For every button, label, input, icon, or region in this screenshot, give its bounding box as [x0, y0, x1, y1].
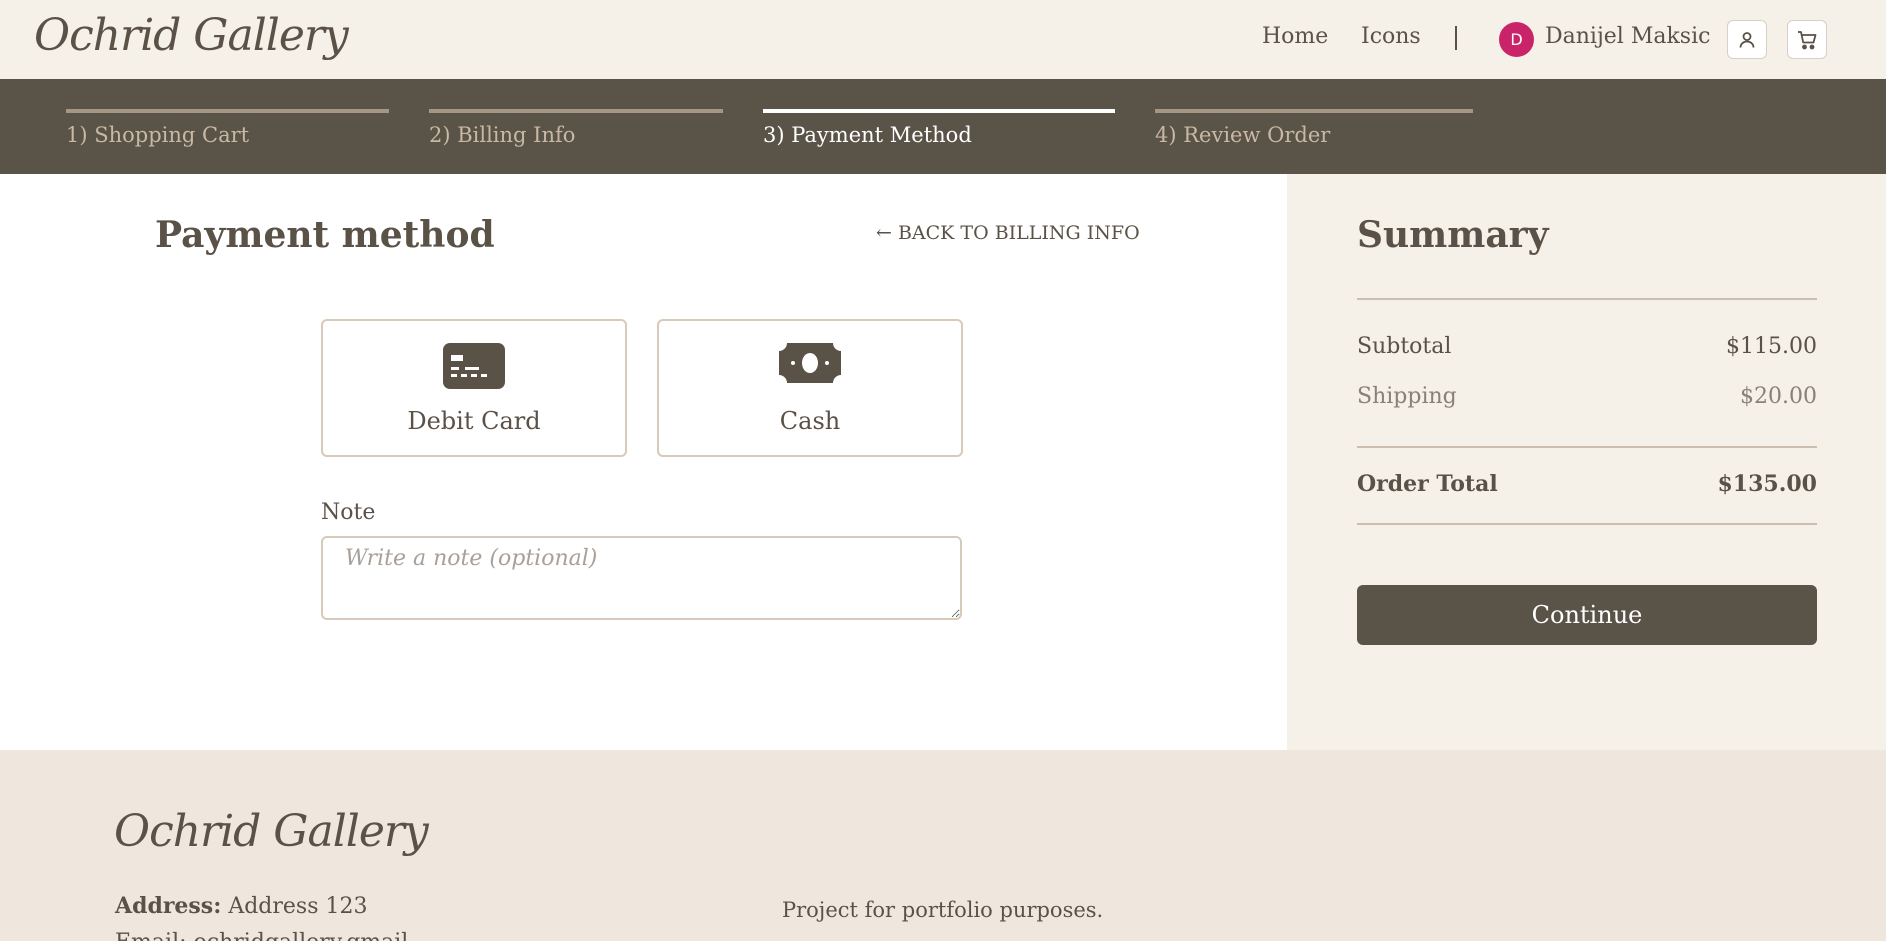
- user-avatar[interactable]: D: [1499, 22, 1534, 57]
- subtotal-row: Subtotal $115.00: [1357, 334, 1817, 359]
- payment-main: Payment method ← BACK TO BILLING INFO De…: [0, 174, 1287, 750]
- footer-email: Email: ochridgallery.gmail: [115, 930, 408, 941]
- site-logo[interactable]: Ochrid Gallery: [34, 10, 349, 61]
- cash-label: Cash: [779, 407, 841, 435]
- shipping-row: Shipping $20.00: [1357, 384, 1817, 409]
- nav-home-link[interactable]: Home: [1262, 24, 1328, 49]
- address-value: Address 123: [228, 894, 368, 919]
- note-field[interactable]: [321, 536, 962, 620]
- cart-button[interactable]: [1787, 20, 1827, 59]
- step-progress-bar: [429, 109, 723, 113]
- back-to-billing-link[interactable]: ← BACK TO BILLING INFO: [876, 222, 1140, 244]
- nav-icons-link[interactable]: Icons: [1361, 24, 1421, 49]
- user-icon: [1739, 31, 1755, 48]
- step-review-order[interactable]: 4) Review Order: [1155, 109, 1473, 159]
- step-shopping-cart[interactable]: 1) Shopping Cart: [66, 109, 389, 159]
- subtotal-label: Subtotal: [1357, 334, 1452, 359]
- summary-title: Summary: [1357, 214, 1549, 256]
- subtotal-value: $115.00: [1726, 334, 1817, 359]
- user-name[interactable]: Danijel Maksic: [1545, 24, 1710, 49]
- top-header: Ochrid Gallery Home Icons D Danijel Maks…: [0, 0, 1886, 79]
- order-summary: Summary Subtotal $115.00 Shipping $20.00…: [1287, 174, 1886, 750]
- step-progress-bar: [1155, 109, 1473, 113]
- cash-option[interactable]: Cash: [657, 319, 963, 457]
- debit-card-option[interactable]: Debit Card: [321, 319, 627, 457]
- summary-divider: [1357, 446, 1817, 448]
- order-total-value: $135.00: [1717, 471, 1817, 497]
- debit-card-label: Debit Card: [407, 407, 541, 435]
- step-progress-bar: [66, 109, 389, 113]
- site-footer: Ochrid Gallery Address: Address 123 Emai…: [0, 750, 1886, 941]
- address-label: Address:: [115, 893, 222, 919]
- account-button[interactable]: [1727, 20, 1767, 59]
- checkout-stepper: 1) Shopping Cart 2) Billing Info 3) Paym…: [0, 79, 1886, 174]
- order-total-label: Order Total: [1357, 471, 1498, 497]
- step-payment-method[interactable]: 3) Payment Method: [763, 109, 1115, 159]
- step-label: 3) Payment Method: [763, 123, 972, 147]
- order-total-row: Order Total $135.00: [1357, 471, 1817, 497]
- page-title: Payment method: [155, 214, 495, 256]
- footer-address: Address: Address 123: [115, 893, 367, 919]
- step-label: 2) Billing Info: [429, 123, 576, 147]
- step-billing-info[interactable]: 2) Billing Info: [429, 109, 723, 159]
- step-label: 4) Review Order: [1155, 123, 1331, 147]
- shipping-value: $20.00: [1740, 384, 1817, 409]
- step-progress-bar: [763, 109, 1115, 113]
- shipping-label: Shipping: [1357, 384, 1457, 409]
- footer-logo: Ochrid Gallery: [114, 806, 429, 857]
- cash-icon: [779, 343, 841, 387]
- credit-card-icon: [443, 343, 505, 393]
- continue-button[interactable]: Continue: [1357, 585, 1817, 645]
- cart-icon: [1798, 30, 1817, 49]
- step-label: 1) Shopping Cart: [66, 123, 250, 147]
- note-label: Note: [321, 500, 376, 525]
- nav-divider: [1455, 26, 1457, 50]
- summary-divider: [1357, 523, 1817, 525]
- footer-note: Project for portfolio purposes.: [782, 898, 1104, 922]
- summary-divider: [1357, 298, 1817, 300]
